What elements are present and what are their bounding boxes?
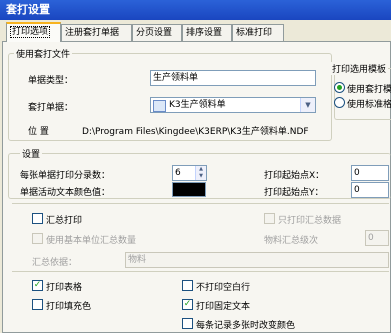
tab-print-options[interactable]: 打印选项 <box>6 22 61 42</box>
print-fill-label: 打印填充色 <box>46 302 92 312</box>
basis-label: 汇总依据： <box>32 258 78 268</box>
print-table-checkbox[interactable]: ✓ <box>32 280 43 291</box>
only-summary-checkbox[interactable] <box>264 213 275 224</box>
doc-type-field[interactable]: 生产领料单 <box>150 70 316 86</box>
file-group-label: 使用套打文件 <box>14 47 73 60</box>
radio-use-template-label: 使用套打模 <box>347 85 391 95</box>
start-y-field[interactable]: 0 <box>351 182 389 198</box>
pages-label: 每张单据打印分录数： <box>20 171 111 181</box>
use-base-unit-checkbox[interactable] <box>32 233 43 244</box>
path-value: D:\Program Files\Kingdee\K3ERP\K3生产领料单.N… <box>82 127 309 137</box>
text-color-label: 单据活动文本颜色值： <box>20 188 111 198</box>
material-level-label: 物料汇总级次 <box>264 236 319 246</box>
tab-label: 打印选项 <box>10 26 51 38</box>
print-template-group-label: 打印选用模板 <box>330 62 389 75</box>
print-fill-checkbox[interactable] <box>32 299 43 310</box>
document-icon <box>153 100 166 112</box>
radio-use-standard[interactable] <box>334 97 345 108</box>
tab-sorting[interactable]: 排序设置 <box>182 24 232 41</box>
window-title: 套打设置 <box>6 3 50 16</box>
tab-standard-print[interactable]: 标准打印 <box>232 24 284 41</box>
template-value: K3生产领料单 <box>169 100 226 110</box>
print-fixed-text-checkbox[interactable]: ✓ <box>182 299 193 310</box>
summary-print-label: 汇总打印 <box>46 216 83 226</box>
use-base-unit-label: 使用基本单位汇总数量 <box>46 236 137 246</box>
change-color-label: 每条记录多张时改变颜色 <box>196 321 296 331</box>
radio-use-standard-label: 使用标准格 <box>347 100 391 110</box>
material-level-field[interactable]: 0 <box>365 230 389 246</box>
only-summary-label: 只打印汇总数据 <box>278 216 342 226</box>
tab-paging[interactable]: 分页设置 <box>132 24 182 41</box>
print-fixed-text-label: 打印固定文本 <box>196 302 251 312</box>
no-blank-rows-label: 不打印空白行 <box>196 283 251 293</box>
radio-use-template[interactable] <box>334 82 345 93</box>
change-color-checkbox[interactable] <box>182 318 193 329</box>
basis-field[interactable]: 物料 <box>125 252 389 268</box>
pages-spinner[interactable]: 6 ▲ ▼ <box>172 165 207 181</box>
doc-type-label: 单据类型： <box>28 76 74 86</box>
spinner-arrows-icon[interactable]: ▲ ▼ <box>195 166 206 180</box>
template-select[interactable]: K3生产领料单 ▼ <box>150 97 316 113</box>
summary-print-checkbox[interactable] <box>32 213 43 224</box>
pages-value: 6 <box>175 168 181 178</box>
template-label: 套打单据： <box>28 103 74 113</box>
no-blank-rows-checkbox[interactable] <box>182 280 193 291</box>
print-table-label: 打印表格 <box>46 283 83 293</box>
start-y-label: 打印起始点Y： <box>264 188 324 198</box>
path-label: 位 置 <box>28 127 49 137</box>
tab-register-template[interactable]: 注册套打单据 <box>61 24 132 41</box>
divider <box>12 271 389 272</box>
tab-label: 标准打印 <box>236 28 273 38</box>
tab-label: 排序设置 <box>186 28 223 38</box>
settings-group-label: 设置 <box>20 147 43 160</box>
text-color-swatch[interactable] <box>172 182 206 197</box>
start-x-label: 打印起始点X： <box>264 171 325 181</box>
divider <box>12 203 389 204</box>
start-x-field[interactable]: 0 <box>351 165 389 181</box>
tab-label: 注册套打单据 <box>65 28 120 38</box>
chevron-down-icon[interactable]: ▼ <box>300 98 315 112</box>
title-bar: 套打设置 <box>0 0 391 20</box>
tab-label: 分页设置 <box>136 28 173 38</box>
